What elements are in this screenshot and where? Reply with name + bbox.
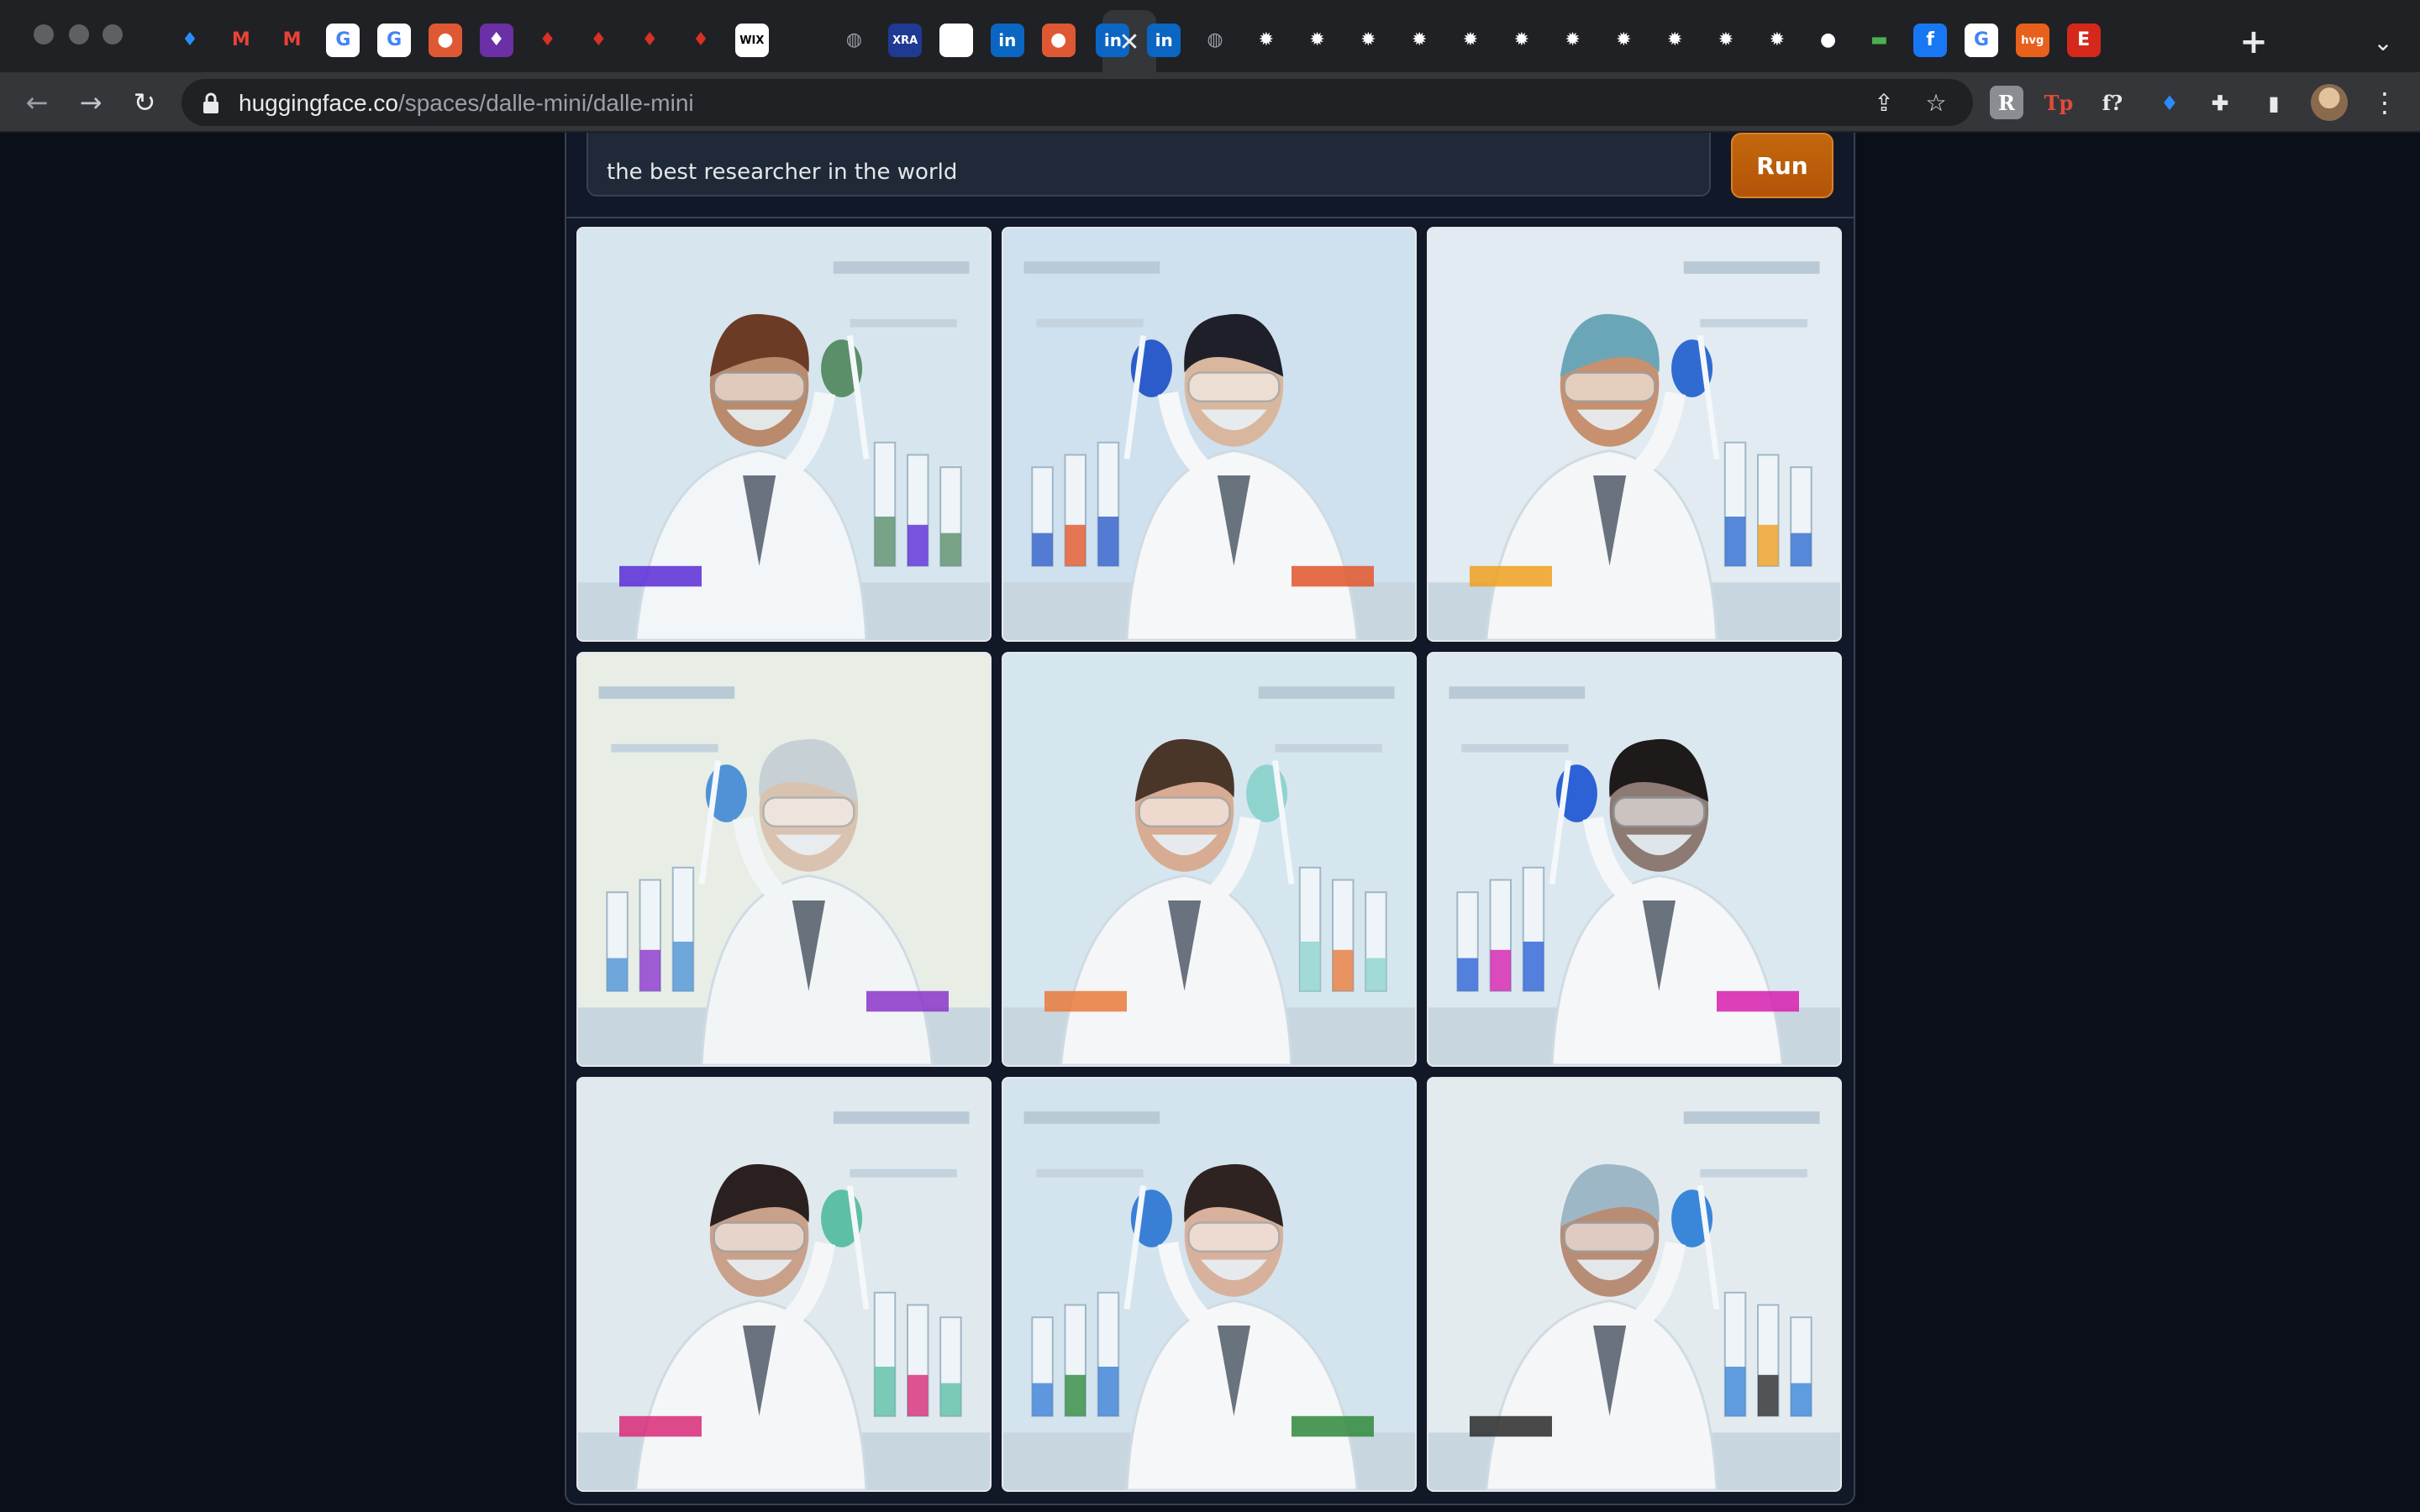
side-panel-icon[interactable]: ▮ xyxy=(2257,86,2291,119)
gmail-icon[interactable]: M xyxy=(276,24,309,57)
prompt-input[interactable] xyxy=(587,133,1711,197)
browser-toolbar: ← → ↻ huggingface.co/spaces/dalle-mini/d… xyxy=(0,72,2420,133)
lab-scene-illustration xyxy=(1003,1079,1415,1490)
lab-scene-illustration xyxy=(1428,654,1840,1065)
tp-extension-icon[interactable]: Tp xyxy=(2042,86,2075,119)
gear-icon[interactable]: ✹ xyxy=(1454,24,1487,57)
lab-scene-illustration xyxy=(578,654,990,1065)
duckduckgo-icon[interactable]: ● xyxy=(1041,24,1076,57)
fx-extension-icon[interactable]: f? xyxy=(2096,86,2129,119)
gear-icon[interactable]: ✹ xyxy=(1760,24,1794,57)
pin-icon[interactable]: ♦ xyxy=(684,24,718,57)
result-image-3[interactable] xyxy=(1427,227,1842,642)
gem-extension-icon[interactable]: ♦ xyxy=(2153,86,2186,119)
google-icon[interactable]: G xyxy=(326,24,360,57)
gear-icon[interactable]: ✹ xyxy=(1505,24,1539,57)
browser-menu-icon[interactable]: ⋮ xyxy=(2368,84,2402,121)
run-button[interactable]: Run xyxy=(1731,133,1833,198)
image-gallery xyxy=(576,227,1844,1494)
section-divider xyxy=(566,217,1854,218)
wix-icon[interactable]: WIX xyxy=(734,24,769,57)
gear-icon[interactable]: ✹ xyxy=(1351,24,1385,57)
window-zoom-button[interactable] xyxy=(103,24,123,45)
result-image-4[interactable] xyxy=(576,652,992,1067)
result-image-7[interactable] xyxy=(576,1077,992,1492)
lock-icon xyxy=(203,92,218,113)
browser-tab-strip: ♦ M M G G ● ♦ ♦ ♦ ♦ ♦ WIX ◍ XRA in ● in in ◍ ✹ ✹ ✹ ✹ ✹ ✹ ✹ ✹ ✹ ✹ ✹ ● ▬ f… xyxy=(0,0,2420,82)
globe-icon[interactable]: ◍ xyxy=(837,24,871,57)
puzzle-icon[interactable]: ✚ xyxy=(2203,86,2237,119)
gear-icon[interactable]: ✹ xyxy=(1301,24,1334,57)
forward-arrow-icon[interactable]: → xyxy=(72,84,109,121)
hvg-icon[interactable]: hvg xyxy=(2015,24,2049,57)
pin-icon[interactable]: ♦ xyxy=(633,24,666,57)
tab-favicon-list: ♦ M M G G ● ♦ ♦ ♦ ♦ ♦ WIX ◍ XRA in ● in in ◍ ✹ ✹ ✹ ✹ ✹ ✹ ✹ ✹ ✹ ✹ ✹ ● ▬ f… xyxy=(173,24,2240,60)
google-icon[interactable]: G xyxy=(377,24,412,57)
gray-extension-icon[interactable]: R xyxy=(1990,86,2023,119)
blank-icon[interactable] xyxy=(786,24,820,57)
gear-icon[interactable]: ✹ xyxy=(1709,24,1743,57)
etsy-icon[interactable]: E xyxy=(2066,24,2101,57)
tab-search-chevron-icon[interactable]: ⌄ xyxy=(2366,25,2400,59)
result-image-9[interactable] xyxy=(1427,1077,1842,1492)
facebook-icon[interactable]: f xyxy=(1913,24,1948,57)
url-host: huggingface.co xyxy=(239,90,398,116)
lab-scene-illustration xyxy=(578,1079,990,1490)
duckduckgo-icon[interactable]: ● xyxy=(429,24,462,57)
gem-icon[interactable]: ♦ xyxy=(173,24,207,57)
tab-close-icon[interactable]: ✕ xyxy=(1113,25,1146,59)
profile-avatar[interactable] xyxy=(2311,84,2348,121)
xra-icon[interactable]: XRA xyxy=(888,24,923,57)
lab-scene-illustration xyxy=(1003,654,1415,1065)
result-image-6[interactable] xyxy=(1427,652,1842,1067)
bookmark-star-icon[interactable]: ☆ xyxy=(1919,86,1953,119)
address-bar[interactable]: huggingface.co/spaces/dalle-mini/dalle-m… xyxy=(182,79,1973,126)
lab-scene-illustration xyxy=(1428,228,1840,640)
gear-icon[interactable]: ✹ xyxy=(1607,24,1640,57)
gear-icon[interactable]: ✹ xyxy=(1556,24,1590,57)
back-arrow-icon[interactable]: ← xyxy=(18,84,55,121)
chip-icon[interactable]: ▬ xyxy=(1862,24,1896,57)
bulb-icon[interactable]: ♦ xyxy=(479,24,513,57)
pin-icon[interactable]: ♦ xyxy=(531,24,565,57)
url-path: /spaces/dalle-mini/dalle-mini xyxy=(397,90,694,116)
google-icon[interactable]: G xyxy=(1965,24,1998,57)
result-image-8[interactable] xyxy=(1002,1077,1417,1492)
result-image-1[interactable] xyxy=(576,227,992,642)
github-icon[interactable]: ● xyxy=(1812,24,1845,57)
gear-icon[interactable]: ✹ xyxy=(1402,24,1436,57)
share-icon[interactable]: ⇪ xyxy=(1867,86,1901,119)
gear-icon[interactable]: ✹ xyxy=(1249,24,1283,57)
gmail-icon[interactable]: M xyxy=(224,24,258,57)
reload-icon[interactable]: ↻ xyxy=(126,84,163,121)
lab-scene-illustration xyxy=(578,228,990,640)
result-image-5[interactable] xyxy=(1002,652,1417,1067)
window-minimize-button[interactable] xyxy=(69,24,89,45)
lab-scene-illustration xyxy=(1428,1079,1840,1490)
lab-scene-illustration xyxy=(1003,228,1415,640)
white-square-icon[interactable] xyxy=(939,24,973,57)
globe-icon[interactable]: ◍ xyxy=(1198,24,1232,57)
window-close-button[interactable] xyxy=(34,24,54,45)
linkedin-icon[interactable]: in xyxy=(1147,24,1181,57)
pin-icon[interactable]: ♦ xyxy=(581,24,615,57)
new-tab-icon[interactable]: + xyxy=(2235,23,2272,61)
result-image-2[interactable] xyxy=(1002,227,1417,642)
linkedin-icon[interactable]: in xyxy=(990,24,1024,57)
url-text: huggingface.co/spaces/dalle-mini/dalle-m… xyxy=(239,91,694,116)
gear-icon[interactable]: ✹ xyxy=(1658,24,1691,57)
